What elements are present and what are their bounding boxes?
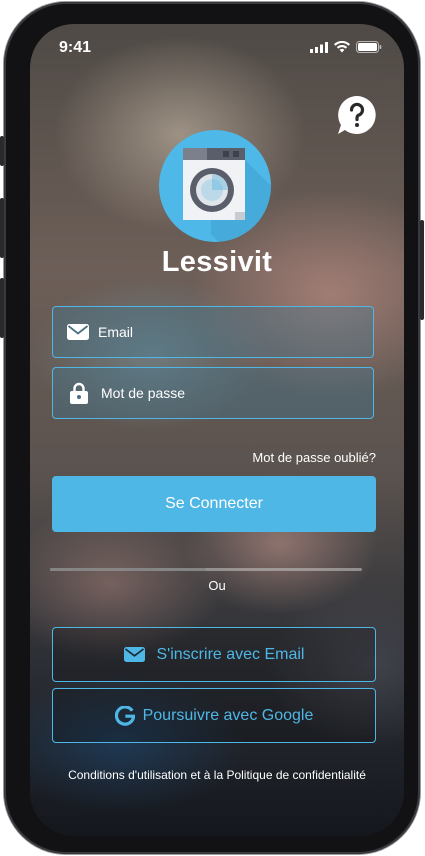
separator-line xyxy=(50,568,362,572)
google-icon xyxy=(114,705,135,726)
google-signin-button[interactable]: Poursuivre avec Google xyxy=(52,688,376,743)
password-input[interactable] xyxy=(53,368,373,418)
cellular-signal-icon xyxy=(310,41,328,53)
status-icons xyxy=(310,41,382,53)
help-icon[interactable] xyxy=(336,94,378,136)
battery-icon xyxy=(356,41,382,53)
email-field[interactable] xyxy=(52,306,374,358)
envelope-icon xyxy=(123,647,145,662)
washing-machine-icon xyxy=(183,148,271,242)
email-signup-label: S'inscrire avec Email xyxy=(156,645,305,663)
separator-fill xyxy=(50,568,206,571)
mute-switch xyxy=(0,136,4,166)
app-screen: 9:41 Lessivit Email Mot de passe oublié?… xyxy=(30,24,404,836)
login-button[interactable]: Se Connecter xyxy=(52,476,376,532)
power-button xyxy=(420,220,424,320)
volume-down-button xyxy=(0,278,4,338)
volume-up-button xyxy=(0,198,4,258)
email-signup-button[interactable]: S'inscrire avec Email xyxy=(52,627,376,682)
password-field[interactable] xyxy=(52,367,374,419)
phone-frame: 9:41 Lessivit Email Mot de passe oublié?… xyxy=(0,2,424,854)
google-signin-label: Poursuivre avec Google xyxy=(142,706,314,724)
email-input[interactable] xyxy=(53,307,373,357)
status-time: 9:41 xyxy=(59,39,92,56)
wifi-icon xyxy=(334,41,350,53)
app-logo xyxy=(159,130,271,242)
terms-link[interactable]: Conditions d'utilisation et à la Politiq… xyxy=(30,768,404,782)
forgot-password-link[interactable]: Mot de passe oublié? xyxy=(252,450,376,465)
app-name: Lessivit xyxy=(161,246,273,278)
separator-label: Ou xyxy=(208,578,226,593)
